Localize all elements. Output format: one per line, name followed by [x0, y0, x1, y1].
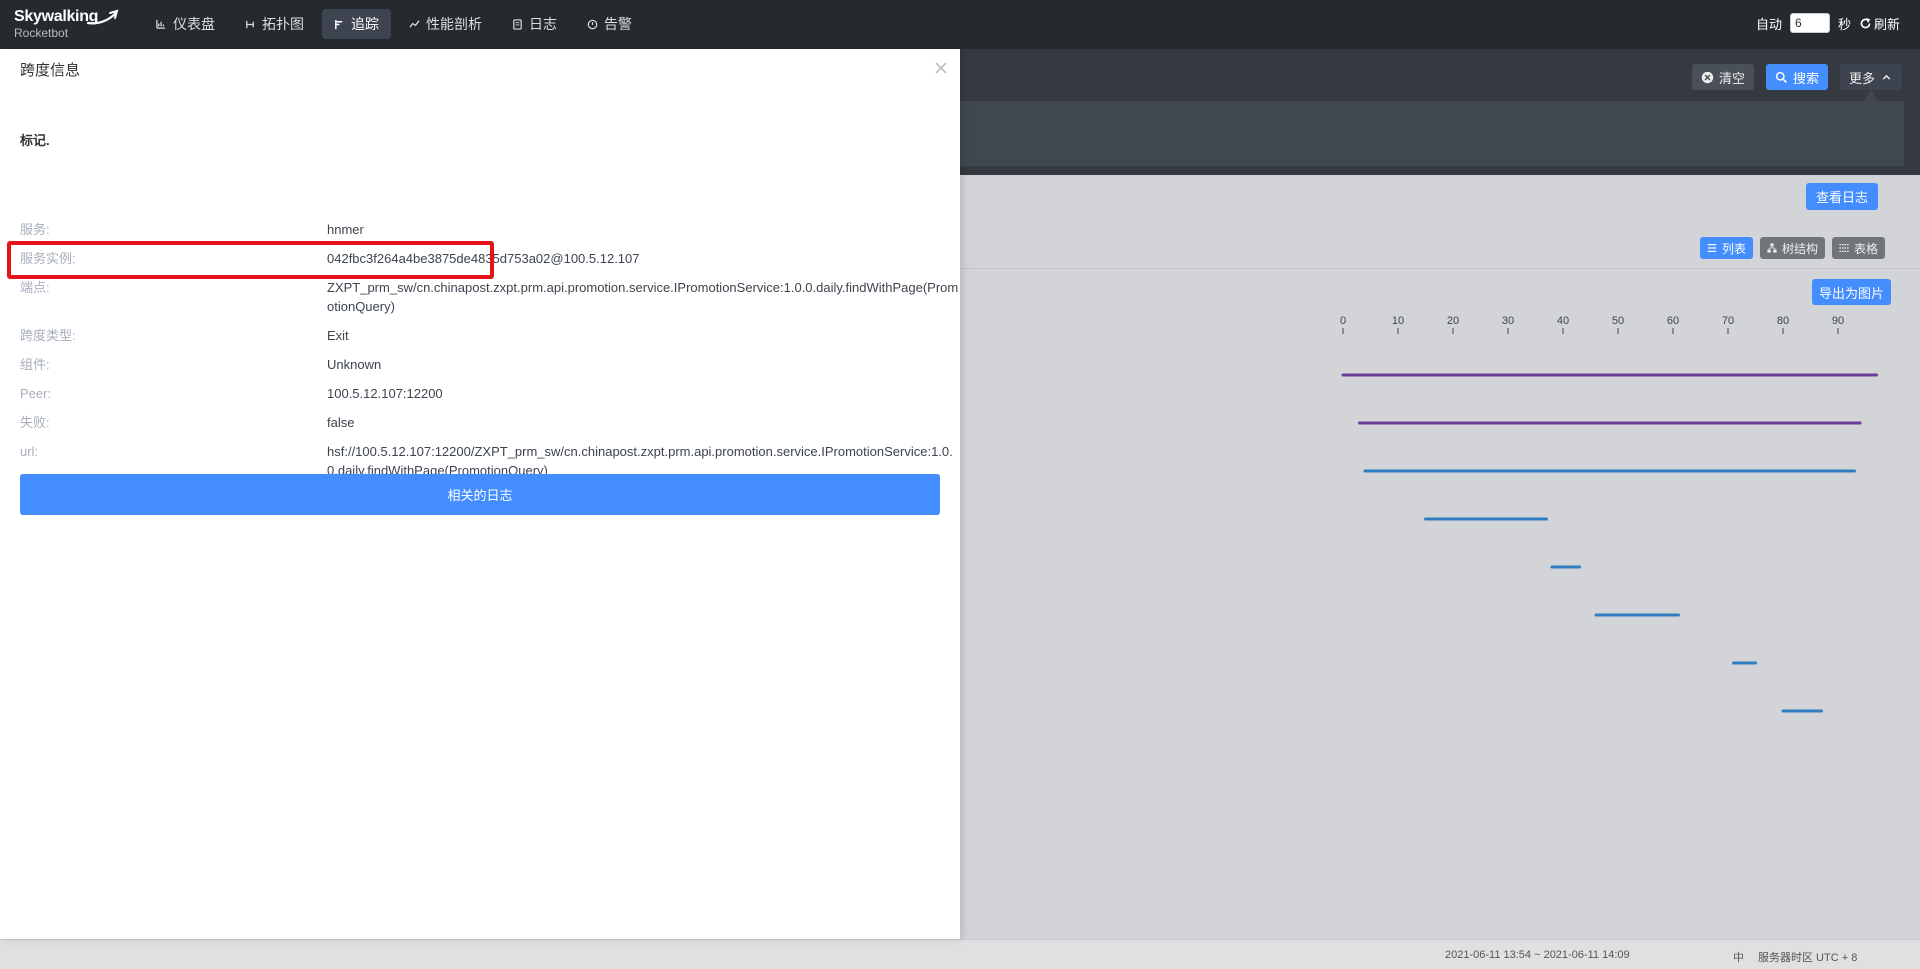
view-logs-button[interactable]: 查看日志	[1806, 183, 1879, 210]
span-tag-value: Exit	[327, 328, 349, 343]
drawer-title: 跨度信息	[20, 62, 81, 79]
logo-sub-text: Rocketbot	[14, 26, 69, 40]
nav-item-topology[interactable]: 拓扑图	[233, 9, 316, 39]
export-image-button[interactable]: 导出为图片	[1812, 279, 1892, 305]
search-icon	[1775, 71, 1787, 83]
auto-label: 自动	[1755, 16, 1782, 32]
export-image-label: 导出为图片	[1819, 285, 1885, 301]
more-label: 更多	[1849, 70, 1876, 86]
span-tag-key: 服务实例:	[20, 251, 76, 266]
span-tag-key: Peer:	[20, 386, 52, 401]
refresh-label: 刷新	[1873, 16, 1900, 32]
span-tag-key: 端点:	[20, 280, 50, 295]
span-info-drawer: 跨度信息 标记. 服务: hnmer 服务实例: 042fbc3f264a4be387…	[0, 49, 960, 939]
view-table-button[interactable]: 表格	[1832, 237, 1886, 259]
span-tag-value: Unknown	[327, 357, 382, 372]
auto-refresh-controls: 自动 秒 刷新	[1756, 13, 1900, 33]
nav-item-label: 拓扑图	[262, 16, 304, 32]
nav-item-trace[interactable]: 追踪	[322, 9, 391, 39]
topology-icon	[246, 20, 254, 28]
top-navigation-bar: Skywalking Rocketbot 仪表盘 拓扑图 追踪 性能剖析 日志 告警 自动…	[0, 0, 1920, 49]
nav-item-label: 日志	[529, 16, 557, 32]
nav-item-dashboard[interactable]: 仪表盘	[144, 9, 227, 39]
list-icon	[1707, 244, 1717, 252]
trace-search-advanced-area	[960, 101, 1904, 166]
chevron-up-icon	[1882, 74, 1891, 80]
axis-tick-label: 20	[1447, 315, 1459, 327]
refresh-button[interactable]: 刷新	[1859, 14, 1900, 33]
more-button[interactable]: 更多	[1840, 64, 1903, 90]
axis-tick-label: 90	[1832, 315, 1844, 327]
clear-label: 清空	[1719, 70, 1746, 86]
nav-item-alarm[interactable]: 告警	[575, 9, 644, 39]
span-tag-value: ZXPT_prm_sw/cn.chinapost.zxpt.prm.api.pr…	[327, 280, 959, 314]
clear-button[interactable]: 清空	[1692, 64, 1755, 90]
span-tag-value: 100.5.12.107:12200	[327, 386, 443, 401]
close-icon[interactable]	[934, 61, 948, 75]
main-nav: 仪表盘 拓扑图 追踪 性能剖析 日志 告警	[144, 9, 644, 39]
status-footer: 2021-06-11 13:54 ~ 2021-06-11 14:09 中 服务…	[0, 939, 1920, 969]
server-timezone: 服务器时区 UTC + 8	[1758, 952, 1858, 964]
axis-tick-label: 50	[1612, 315, 1624, 327]
nav-item-label: 追踪	[351, 16, 379, 32]
alarm-icon	[587, 19, 598, 29]
related-logs-label: 相关的日志	[447, 488, 513, 503]
nav-item-label: 性能剖析	[426, 16, 482, 32]
span-tag-key: 跨度类型:	[20, 328, 76, 343]
view-list-button[interactable]: 列表	[1700, 237, 1754, 259]
span-tag-value: 042fbc3f264a4be3875de4835d753a02@100.5.1…	[327, 251, 640, 266]
tags-section-title: 标记.	[20, 133, 50, 148]
more-panel-caret	[1864, 90, 1878, 101]
axis-tick-label: 70	[1722, 315, 1734, 327]
axis-tick-label: 60	[1667, 315, 1679, 327]
axis-tick-label: 80	[1777, 315, 1789, 327]
axis-tick-label: 30	[1502, 315, 1514, 327]
view-table-label: 表格	[1854, 241, 1879, 256]
view-list-label: 列表	[1722, 241, 1747, 256]
view-logs-label: 查看日志	[1816, 190, 1869, 205]
span-tag-value: hnmer	[327, 222, 364, 237]
seconds-label: 秒	[1837, 16, 1851, 32]
tree-icon	[1767, 243, 1777, 253]
nav-item-log[interactable]: 日志	[500, 9, 569, 39]
table-icon	[1839, 244, 1849, 252]
panel-divider	[960, 268, 1920, 269]
axis-tick-label: 10	[1392, 315, 1404, 327]
search-label: 搜索	[1793, 70, 1820, 86]
nav-item-profile[interactable]: 性能剖析	[397, 9, 494, 39]
time-range[interactable]: 2021-06-11 13:54 ~ 2021-06-11 14:09	[1445, 949, 1630, 961]
span-tag-key: 失败:	[20, 415, 50, 430]
refresh-interval-input[interactable]	[1789, 13, 1830, 33]
nav-item-label: 仪表盘	[173, 16, 215, 32]
search-button[interactable]: 搜索	[1766, 64, 1829, 90]
view-tree-label: 树结构	[1782, 241, 1819, 256]
span-tag-key: url:	[20, 444, 39, 459]
clear-icon	[1701, 71, 1714, 83]
skywalking-logo[interactable]: Skywalking Rocketbot	[14, 8, 119, 46]
language-toggle[interactable]: 中	[1733, 949, 1744, 965]
span-tag-key: 服务:	[20, 222, 50, 237]
trace-timeline-chart: 0 10 20 30 40 50 60 70 80 90	[1340, 315, 1878, 713]
logo-swoosh-icon	[86, 9, 119, 25]
log-icon	[513, 18, 522, 30]
axis-tick-label: 0	[1340, 315, 1346, 327]
view-tree-button[interactable]: 树结构	[1760, 237, 1826, 259]
nav-item-label: 告警	[604, 16, 632, 32]
profile-icon	[409, 19, 420, 28]
refresh-icon	[1860, 17, 1871, 28]
dashboard-icon	[156, 19, 166, 29]
related-logs-button[interactable]: 相关的日志	[20, 474, 940, 515]
span-tag-key: 组件:	[20, 357, 50, 372]
trace-icon	[335, 19, 343, 29]
span-tag-value: false	[327, 415, 355, 430]
axis-tick-label: 40	[1557, 315, 1569, 327]
